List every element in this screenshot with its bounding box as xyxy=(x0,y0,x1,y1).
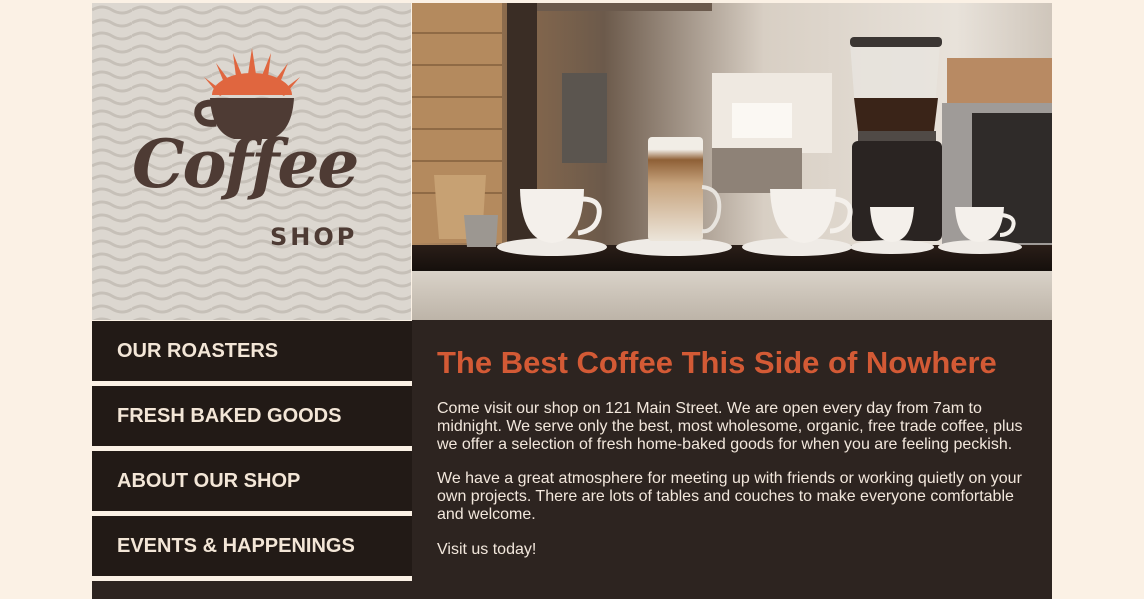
nav-item-about-our-shop[interactable]: ABOUT OUR SHOP xyxy=(92,451,412,511)
page: Coffee SHOP OUR ROASTERS FRESH BAKED GOO… xyxy=(92,3,1052,599)
nav-item-label: OUR ROASTERS xyxy=(117,339,279,362)
call-to-action-text: Visit us today! xyxy=(437,541,537,558)
nav-item-label: EVENTS & HAPPENINGS xyxy=(117,534,355,557)
nav-item-fresh-baked-goods[interactable]: FRESH BAKED GOODS xyxy=(92,386,412,446)
coffee-bar-photo xyxy=(412,3,1052,320)
nav-footer-strip xyxy=(92,581,412,599)
logo[interactable]: Coffee SHOP xyxy=(92,3,411,320)
main-nav: OUR ROASTERS FRESH BAKED GOODS ABOUT OUR… xyxy=(92,320,412,599)
atmosphere-paragraph: We have a great atmosphere for meeting u… xyxy=(437,470,1022,523)
intro-paragraph: Come visit our shop on 121 Main Street. … xyxy=(437,400,1023,453)
nav-item-events-happenings[interactable]: EVENTS & HAPPENINGS xyxy=(92,516,412,576)
page-title: The Best Coffee This Side of Nowhere xyxy=(437,345,997,380)
nav-item-label: FRESH BAKED GOODS xyxy=(117,404,342,427)
main-content: The Best Coffee This Side of Nowhere Com… xyxy=(412,320,1052,599)
logo-wordmark: Coffee xyxy=(132,125,359,203)
nav-item-label: ABOUT OUR SHOP xyxy=(117,469,301,492)
logo-subtitle: SHOP xyxy=(270,223,358,251)
nav-item-our-roasters[interactable]: OUR ROASTERS xyxy=(92,321,412,381)
hero-image xyxy=(412,3,1052,320)
